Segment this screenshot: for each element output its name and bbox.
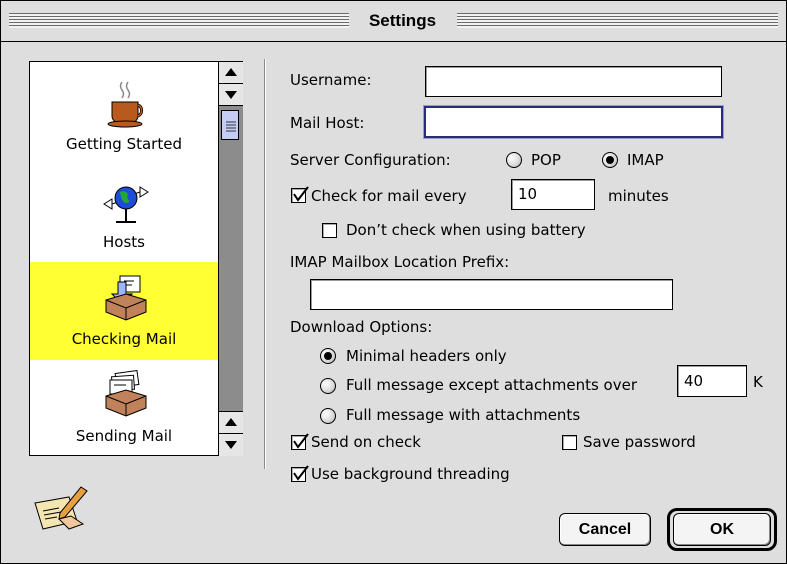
checkmark-icon [293, 465, 309, 481]
scroll-down-arrow-icon[interactable] [219, 84, 243, 106]
mail-host-input[interactable] [424, 106, 723, 138]
imap-radio-label[interactable]: IMAP [627, 151, 664, 169]
battery-label[interactable]: Don’t check when using battery [346, 221, 586, 239]
download-options-label: Download Options: [290, 318, 433, 336]
checkmark-icon [293, 433, 309, 449]
scroll-thumb[interactable] [221, 110, 239, 140]
vertical-divider [264, 59, 266, 469]
mail-host-label: Mail Host: [290, 114, 365, 132]
sidebar-item-label: Getting Started [66, 135, 182, 153]
pop-radio[interactable] [506, 152, 522, 168]
minimal-headers-radio[interactable] [320, 348, 336, 364]
sidebar-item-label: Sending Mail [75, 427, 173, 445]
ok-button[interactable]: OK [673, 513, 771, 546]
check-interval-input[interactable]: 10 [511, 179, 595, 210]
window-title: Settings [354, 9, 451, 33]
minutes-label: minutes [608, 187, 669, 205]
battery-checkbox[interactable] [322, 223, 337, 238]
full-with-attachments-label[interactable]: Full message with attachments [346, 406, 580, 424]
background-threading-checkbox[interactable] [291, 465, 309, 482]
globe-network-icon [102, 178, 150, 230]
minimal-headers-label[interactable]: Minimal headers only [346, 347, 507, 365]
title-bar-stripes-right [457, 13, 778, 28]
full-except-attachments-label[interactable]: Full message except attachments over [346, 376, 637, 394]
check-mail-checkbox[interactable] [291, 186, 309, 203]
checkmark-icon [293, 186, 309, 202]
scroll-down-arrow-icon[interactable] [219, 433, 243, 456]
sidebar-item-label: Hosts [103, 233, 145, 251]
imap-prefix-input[interactable] [310, 279, 673, 310]
username-label: Username: [290, 71, 372, 89]
imap-prefix-label: IMAP Mailbox Location Prefix: [290, 253, 510, 271]
sidebar-item-label: Checking Mail [71, 330, 177, 348]
coffee-cup-icon [106, 80, 146, 132]
scroll-up-arrow-icon[interactable] [219, 62, 243, 84]
mailbox-tray-in-icon [102, 274, 150, 326]
sidebar-item-hosts[interactable]: Hosts [30, 164, 218, 262]
sidebar-item-checking-mail[interactable]: Checking Mail [30, 262, 218, 360]
username-input[interactable] [425, 66, 722, 97]
sidebar-item-getting-started[interactable]: Getting Started [30, 62, 218, 164]
send-on-check-label[interactable]: Send on check [311, 433, 421, 451]
background-threading-label[interactable]: Use background threading [311, 465, 510, 483]
full-with-attachments-radio[interactable] [320, 408, 336, 424]
letter-pen-icon [29, 485, 93, 537]
check-mail-label[interactable]: Check for mail every [311, 187, 467, 205]
settings-window: Settings Getting Started Hosts Checking … [0, 0, 787, 564]
cancel-button[interactable]: Cancel [559, 513, 651, 546]
title-bar[interactable]: Settings [1, 1, 786, 42]
sidebar-list: Getting Started Hosts Checking Mail Send… [29, 61, 243, 456]
attachment-size-input[interactable]: 40 [677, 365, 747, 397]
server-config-label: Server Configuration: [290, 151, 451, 169]
title-bar-stripes-left [9, 13, 349, 28]
imap-radio[interactable] [602, 152, 618, 168]
size-unit-label: K [753, 373, 763, 391]
mail-tray-out-icon [102, 369, 150, 422]
send-on-check-checkbox[interactable] [291, 433, 309, 450]
sidebar-item-sending-mail[interactable]: Sending Mail [30, 360, 218, 455]
full-except-attachments-radio[interactable] [320, 378, 336, 394]
save-password-label[interactable]: Save password [583, 433, 696, 451]
save-password-checkbox[interactable] [562, 435, 577, 450]
pop-radio-label[interactable]: POP [531, 151, 561, 169]
scroll-up-arrow-icon[interactable] [219, 411, 243, 433]
sidebar-scrollbar[interactable] [218, 62, 243, 456]
